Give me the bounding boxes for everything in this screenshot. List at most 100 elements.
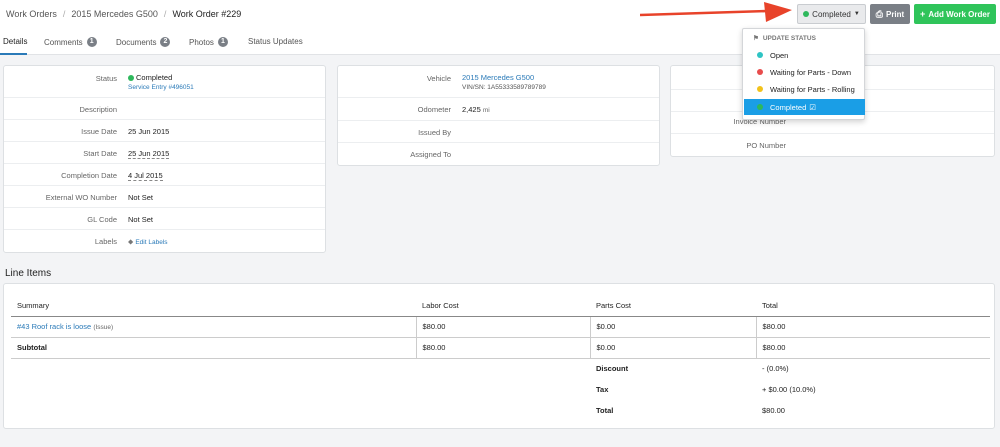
column-header: Summary [11,295,416,317]
odometer-unit: mi [482,107,490,114]
completion-date-value[interactable]: 4 Jul 2015 [128,171,163,181]
labor-cell: $80.00 [415,315,590,337]
red-arrow-annotation [640,2,792,22]
detail-label: Start Date [83,149,117,158]
column-header: Labor Cost [416,295,590,317]
column-header: Parts Cost [590,295,756,317]
discount-row: Discount - (0.0%) [11,358,990,379]
edit-labels-link[interactable]: Edit Labels [135,239,167,246]
status-dot-icon [757,86,763,92]
add-work-order-button[interactable]: + Add Work Order [914,4,996,24]
detail-label: Odometer [417,105,451,114]
po-number-row: PO Number [671,134,994,157]
subtotal-row: Subtotal $80.00 $0.00 $80.00 [11,336,990,359]
status-text: Completed [136,73,173,82]
status-option-completed[interactable]: Completed ☑ [744,99,865,115]
detail-label: Completion Date [61,171,117,180]
tab-label: Photos [189,37,214,47]
tab-status-updates[interactable]: Status Updates [248,37,303,46]
caret-down-icon: ▼ [853,11,860,17]
count-badge: 1 [86,37,97,47]
status-dot-icon [757,69,763,75]
subtotal-labor: $80.00 [415,336,590,359]
vehicle-card: Vehicle 2015 Mercedes G500 VIN/SN: 1A5533… [337,65,660,166]
tax-label: Tax [596,385,609,394]
subtotal-label: Subtotal [11,336,416,359]
detail-label: Labels [94,237,117,246]
detail-label: External WO Number [45,193,117,202]
tab-details[interactable]: Details [3,37,27,46]
subtotal-total: $80.00 [755,336,990,359]
detail-label: Assigned To [410,150,451,159]
active-tab-indicator [0,53,27,55]
breadcrumb-work-orders[interactable]: Work Orders [6,9,57,19]
option-label: Waiting for Parts - Down [770,67,851,77]
top-bar: Work Orders / 2015 Mercedes G500 / Work Orde… [0,0,1000,28]
detail-row-completion-date: Completion Date 4 Jul 2015 [4,164,325,186]
print-button-label: Print [885,9,905,19]
tax-value: + $0.00 (10.0%) [762,385,816,394]
breadcrumb: Work Orders / 2015 Mercedes G500 / Work Orde… [6,9,241,19]
detail-label: Issued By [418,128,451,137]
tab-label: Comments [44,37,83,47]
issue-date-value: 25 Jun 2015 [128,127,170,136]
option-label: Completed [770,102,807,112]
status-dot-icon [757,52,763,58]
detail-label: Issue Date [81,127,117,136]
labels-value: ⬥ Edit Labels [128,237,168,247]
status-option-open[interactable]: Open [744,47,865,63]
external-wo-value: Not Set [128,193,154,202]
detail-row-issue-date: Issue Date 25 Jun 2015 [4,120,325,142]
detail-label: GL Code [87,215,117,224]
tab-photos[interactable]: Photos 1 [189,37,228,47]
breadcrumb-current: Work Order #229 [172,9,242,19]
tab-comments[interactable]: Comments 1 [44,37,97,47]
gl-code-value: Not Set [128,215,154,224]
detail-row-external-wo: External WO Number Not Set [4,186,325,208]
column-header: Total [756,295,990,317]
status-button-label: Completed [812,9,851,19]
total-cell: $80.00 [755,315,990,337]
status-option-waiting-down[interactable]: Waiting for Parts - Down [744,64,865,80]
dropdown-header-label: UPDATE STATUS [762,34,816,42]
detail-label: Status [95,74,117,83]
line-items-title: Line Items [5,268,52,279]
breadcrumb-vehicle[interactable]: 2015 Mercedes G500 [71,9,158,19]
issue-link[interactable]: #43 Roof rack is loose [17,322,91,331]
add-button-label: Add Work Order [928,9,990,19]
completed-dot-icon [128,75,134,81]
count-badge: 1 [217,37,228,47]
dropdown-header: ⚑ UPDATE STATUS [753,34,816,43]
vehicle-row: Vehicle 2015 Mercedes G500 VIN/SN: 1A5533… [338,66,659,98]
plus-icon: + [920,9,926,19]
tab-documents[interactable]: Documents 2 [116,37,171,47]
option-label: Open [770,50,789,60]
status-option-waiting-rolling[interactable]: Waiting for Parts - Rolling [744,81,865,97]
tax-row: Tax + $0.00 (10.0%) [11,379,990,400]
details-card: Status Completed Service Entry #496051 De… [3,65,326,253]
status-dropdown-button[interactable]: Completed ▼ [797,4,866,24]
start-date-value[interactable]: 25 Jun 2015 [128,149,170,159]
table-row: #43 Roof rack is loose (Issue) $80.00 $0… [11,315,990,337]
total-label: Total [596,406,614,415]
line-items-card: Summary Labor Cost Parts Cost Total #43 … [3,283,995,429]
parts-cell: $0.00 [589,315,756,337]
detail-row-labels: Labels ⬥ Edit Labels [4,230,325,253]
discount-value: - (0.0%) [762,364,789,374]
status-dot-icon [803,11,810,17]
detail-row-start-date: Start Date 25 Jun 2015 [4,142,325,164]
detail-label: PO Number [746,141,786,150]
print-button[interactable]: ⎙ Print [870,4,910,24]
issued-by-row: Issued By [338,121,659,143]
summary-cell: #43 Roof rack is loose (Issue) [11,315,416,337]
breadcrumb-separator: / [62,9,66,19]
assigned-to-row: Assigned To [338,143,659,166]
printer-icon: ⎙ [875,8,883,19]
service-entry-link[interactable]: Service Entry #496051 [128,84,194,91]
status-dropdown-menu: ⚑ UPDATE STATUS Open Waiting for Parts - … [742,28,865,120]
checkbox-checked-icon: ☑ [809,102,817,112]
odometer-value: 2,425 mi [462,105,490,114]
vehicle-link[interactable]: 2015 Mercedes G500 [462,73,534,82]
breadcrumb-separator: / [163,9,167,19]
tab-label: Details [3,37,28,46]
